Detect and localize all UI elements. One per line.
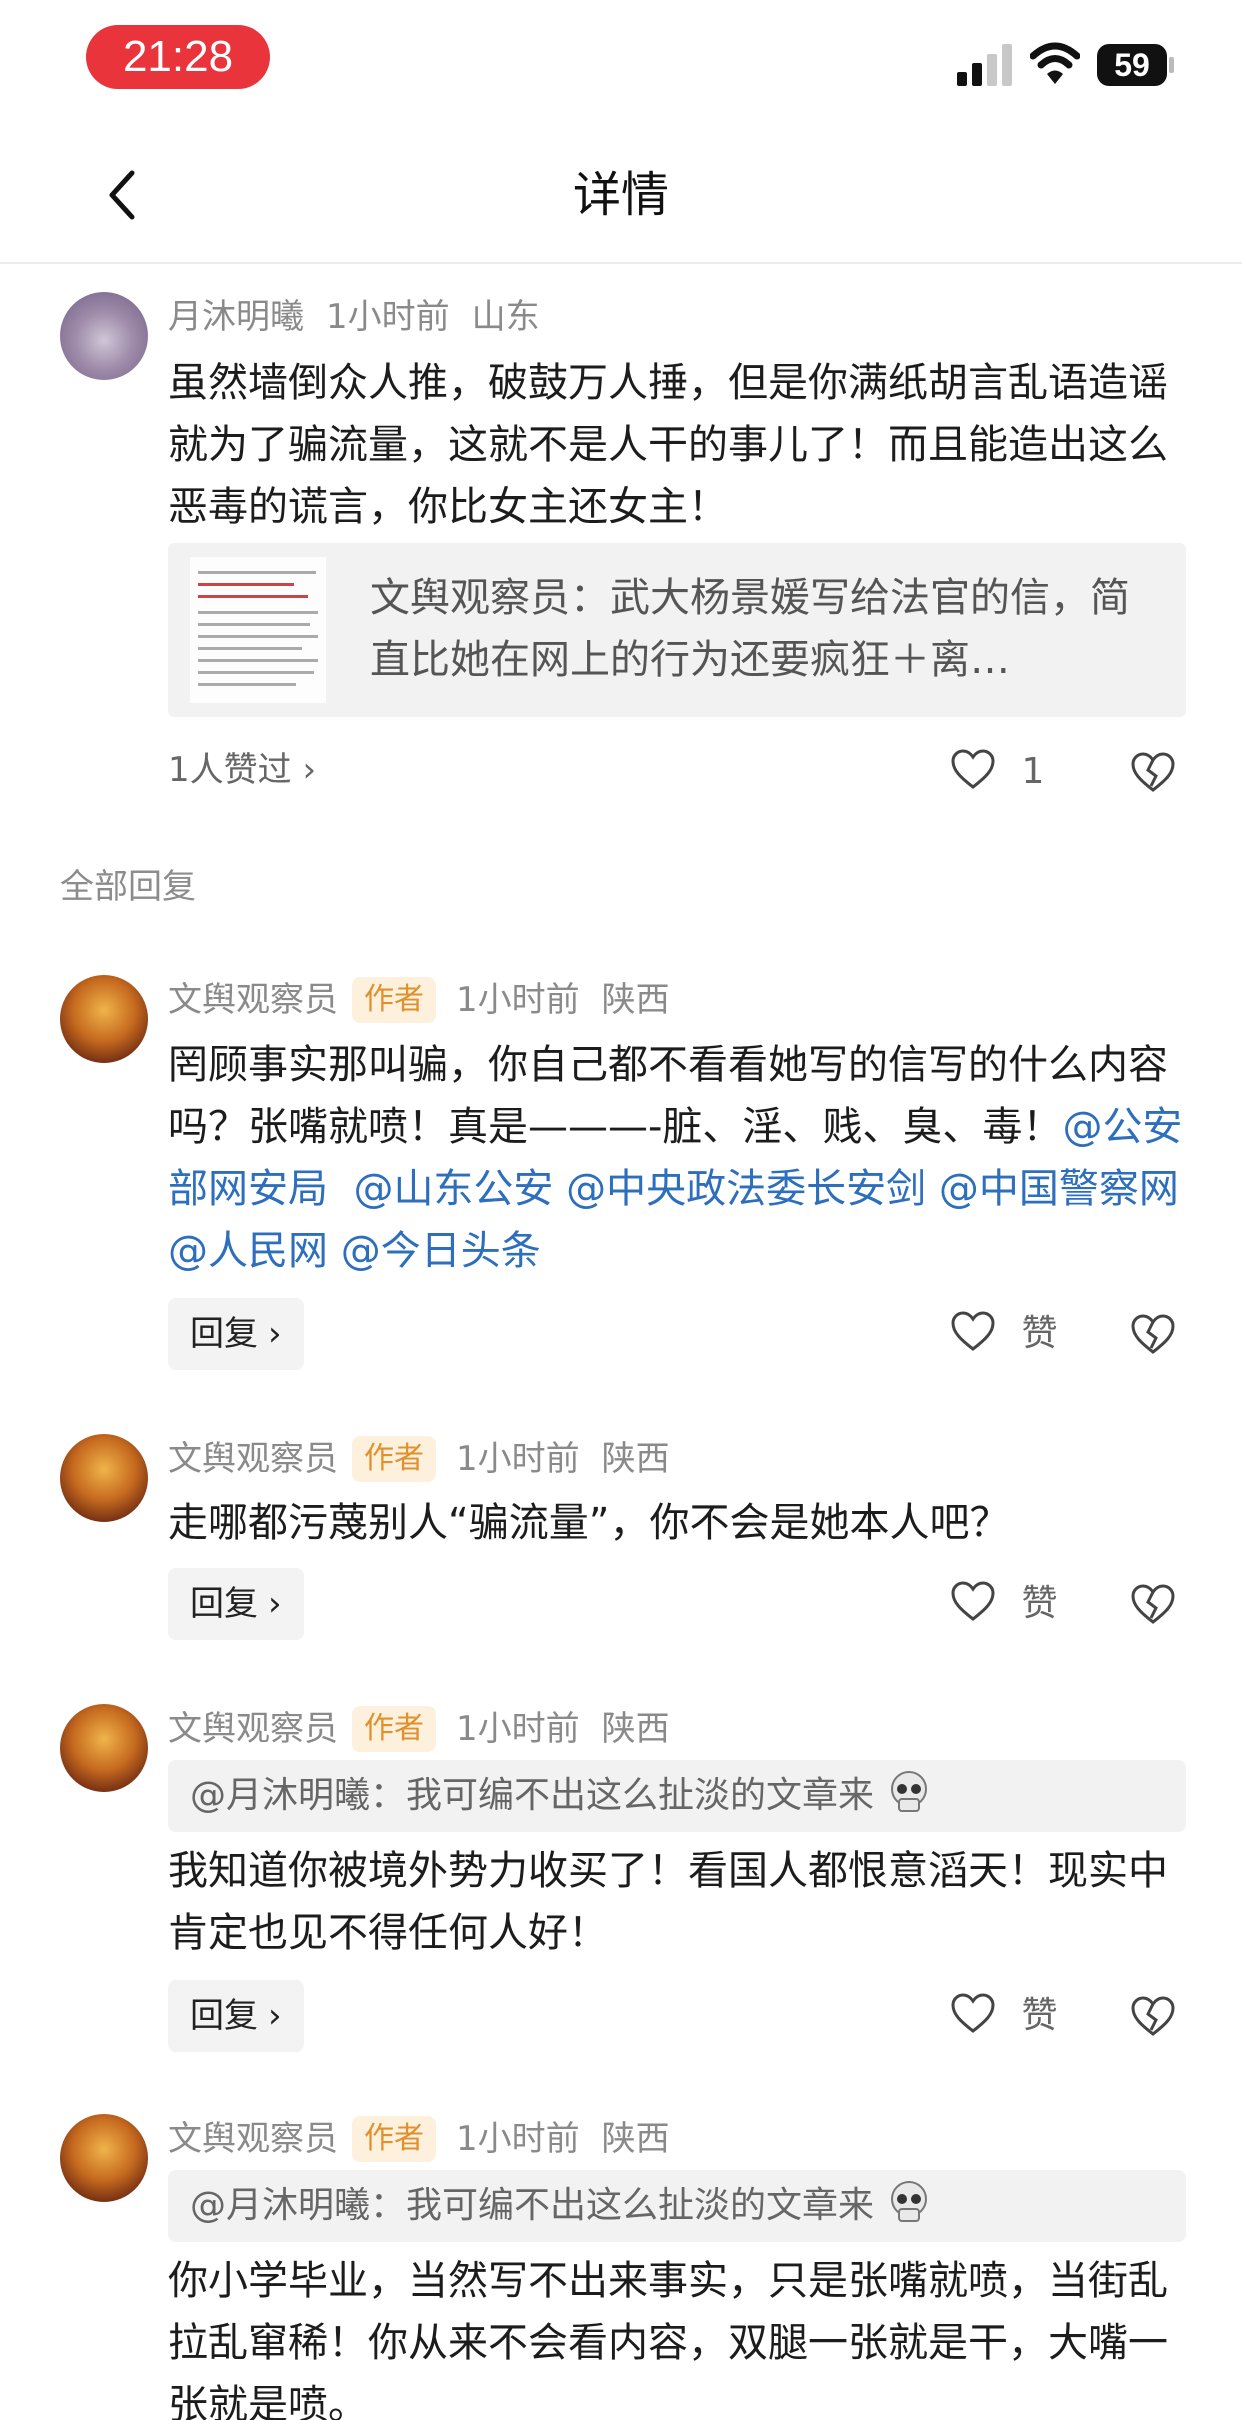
location: 山东: [471, 297, 540, 337]
reply-button-label: 回复: [190, 1314, 258, 1354]
mention-link[interactable]: @今日头条: [341, 1228, 541, 1274]
author-badge: 作者: [352, 2116, 436, 2162]
author-badge: 作者: [352, 1706, 436, 1752]
skull-emoji-icon: [891, 1771, 928, 1812]
like-label: 赞: [1021, 1995, 1058, 2036]
location: 陕西: [601, 980, 670, 1020]
mention-link[interactable]: @人民网: [168, 1228, 328, 1274]
reply-text: 走哪都污蔑别人“骗流量”，你不会是她本人吧？: [168, 1500, 1010, 1546]
reply-text: 你小学毕业，当然写不出来事实，只是张嘴就喷，当街乱拉乱窜稀！你从来不会看内容，双…: [168, 2258, 1168, 2420]
username[interactable]: 文舆观察员: [168, 980, 338, 1020]
username[interactable]: 文舆观察员: [168, 1439, 338, 1479]
location: 陕西: [601, 2119, 670, 2159]
article-title: 文舆观察员：武大杨景媛写给法官的信，简直比她在网上的行为还要疯狂＋离…: [370, 575, 1130, 683]
avatar[interactable]: [60, 292, 148, 380]
battery-icon: 59: [1097, 44, 1175, 86]
battery-level: 59: [1097, 44, 1167, 86]
status-time: 21:28: [86, 25, 270, 89]
comment-text: 虽然墙倒众人推，破鼓万人捶，但是你满纸胡言乱语造谣就为了骗流量，这就不是人干的事…: [168, 360, 1168, 530]
avatar[interactable]: [60, 1434, 148, 1522]
avatar[interactable]: [60, 2114, 148, 2202]
dislike-icon[interactable]: [1130, 1582, 1176, 1628]
reply-meta: 文舆观察员 作者 1小时前 陕西: [168, 1434, 670, 1484]
username[interactable]: 文舆观察员: [168, 2119, 338, 2159]
liked-by-link[interactable]: 1人赞过 ›: [168, 745, 316, 795]
author-badge: 作者: [352, 1436, 436, 1482]
reply-button[interactable]: 回复 ›: [168, 1298, 304, 1370]
reply-meta: 文舆观察员 作者 1小时前 陕西: [168, 975, 670, 1025]
reply-text: 我知道你被境外势力收买了！看国人都恨意滔天！现实中肯定也见不得任何人好！: [168, 1848, 1168, 1956]
reply-button[interactable]: 回复 ›: [168, 1980, 304, 2052]
cellular-signal-icon: [957, 44, 1012, 86]
like-button[interactable]: 赞: [950, 1986, 1057, 2046]
quoted-comment[interactable]: @月沐明曦：我可编不出这么扯淡的文章来: [168, 1760, 1186, 1832]
article-link-card[interactable]: 文舆观察员：武大杨景媛写给法官的信，简直比她在网上的行为还要疯狂＋离…: [168, 543, 1186, 717]
page-title: 详情: [572, 167, 669, 223]
location: 陕西: [601, 1439, 670, 1479]
heart-icon: [951, 1581, 995, 1621]
reply-button-label: 回复: [190, 1996, 258, 2036]
comment-meta: 月沐明曦 1小时前 山东: [168, 292, 540, 342]
mention-link[interactable]: @中央政法委长安剑: [566, 1166, 926, 1212]
chevron-right-icon: ›: [268, 1996, 282, 2036]
username[interactable]: 月沐明曦: [168, 297, 304, 337]
username[interactable]: 文舆观察员: [168, 1709, 338, 1749]
article-thumbnail: [190, 557, 326, 703]
wifi-icon: [1030, 42, 1080, 84]
dislike-icon[interactable]: [1130, 1994, 1176, 2040]
like-count: 1: [1021, 751, 1045, 792]
mention-link[interactable]: @山东公安: [353, 1166, 553, 1212]
chevron-right-icon: ›: [268, 1584, 282, 1624]
chevron-right-icon: ›: [302, 750, 317, 790]
reply-text: 罔顾事实那叫骗，你自己都不看看她写的信写的什么内容吗？张嘴就喷！真是———-脏、…: [168, 1034, 1188, 1282]
section-header: 全部回复: [60, 867, 196, 907]
timestamp: 1小时前: [326, 297, 450, 337]
like-button[interactable]: 赞: [950, 1304, 1057, 1364]
like-label: 赞: [1021, 1313, 1058, 1354]
reply-text-plain: 罔顾事实那叫骗，你自己都不看看她写的信写的什么内容吗？张嘴就喷！真是———-脏、…: [168, 1042, 1168, 1150]
heart-icon: [951, 749, 995, 789]
mention-link[interactable]: @中国警察网: [939, 1166, 1179, 1212]
author-badge: 作者: [352, 977, 436, 1023]
like-button[interactable]: 1: [950, 742, 1044, 802]
timestamp: 1小时前: [456, 1439, 580, 1479]
dislike-icon[interactable]: [1130, 1312, 1176, 1358]
avatar[interactable]: [60, 975, 148, 1063]
timestamp: 1小时前: [456, 2119, 580, 2159]
avatar[interactable]: [60, 1704, 148, 1792]
reply-button[interactable]: 回复 ›: [168, 1568, 304, 1640]
heart-icon: [951, 1311, 995, 1351]
like-label: 赞: [1021, 1583, 1058, 1624]
heart-icon: [951, 1993, 995, 2033]
reply-button-label: 回复: [190, 1584, 258, 1624]
quote-text: @月沐明曦：我可编不出这么扯淡的文章来: [190, 2185, 875, 2226]
nav-divider: [0, 262, 1242, 264]
timestamp: 1小时前: [456, 980, 580, 1020]
chevron-right-icon: ›: [268, 1314, 282, 1354]
dislike-icon[interactable]: [1130, 750, 1176, 796]
timestamp: 1小时前: [456, 1709, 580, 1749]
location: 陕西: [601, 1709, 670, 1749]
reply-meta: 文舆观察员 作者 1小时前 陕西: [168, 1704, 670, 1754]
skull-emoji-icon: [891, 2181, 928, 2222]
liked-by-text: 1人赞过: [168, 750, 292, 790]
quoted-comment[interactable]: @月沐明曦：我可编不出这么扯淡的文章来: [168, 2170, 1186, 2242]
reply-meta: 文舆观察员 作者 1小时前 陕西: [168, 2114, 670, 2164]
quote-text: @月沐明曦：我可编不出这么扯淡的文章来: [190, 1775, 875, 1816]
like-button[interactable]: 赞: [950, 1574, 1057, 1634]
